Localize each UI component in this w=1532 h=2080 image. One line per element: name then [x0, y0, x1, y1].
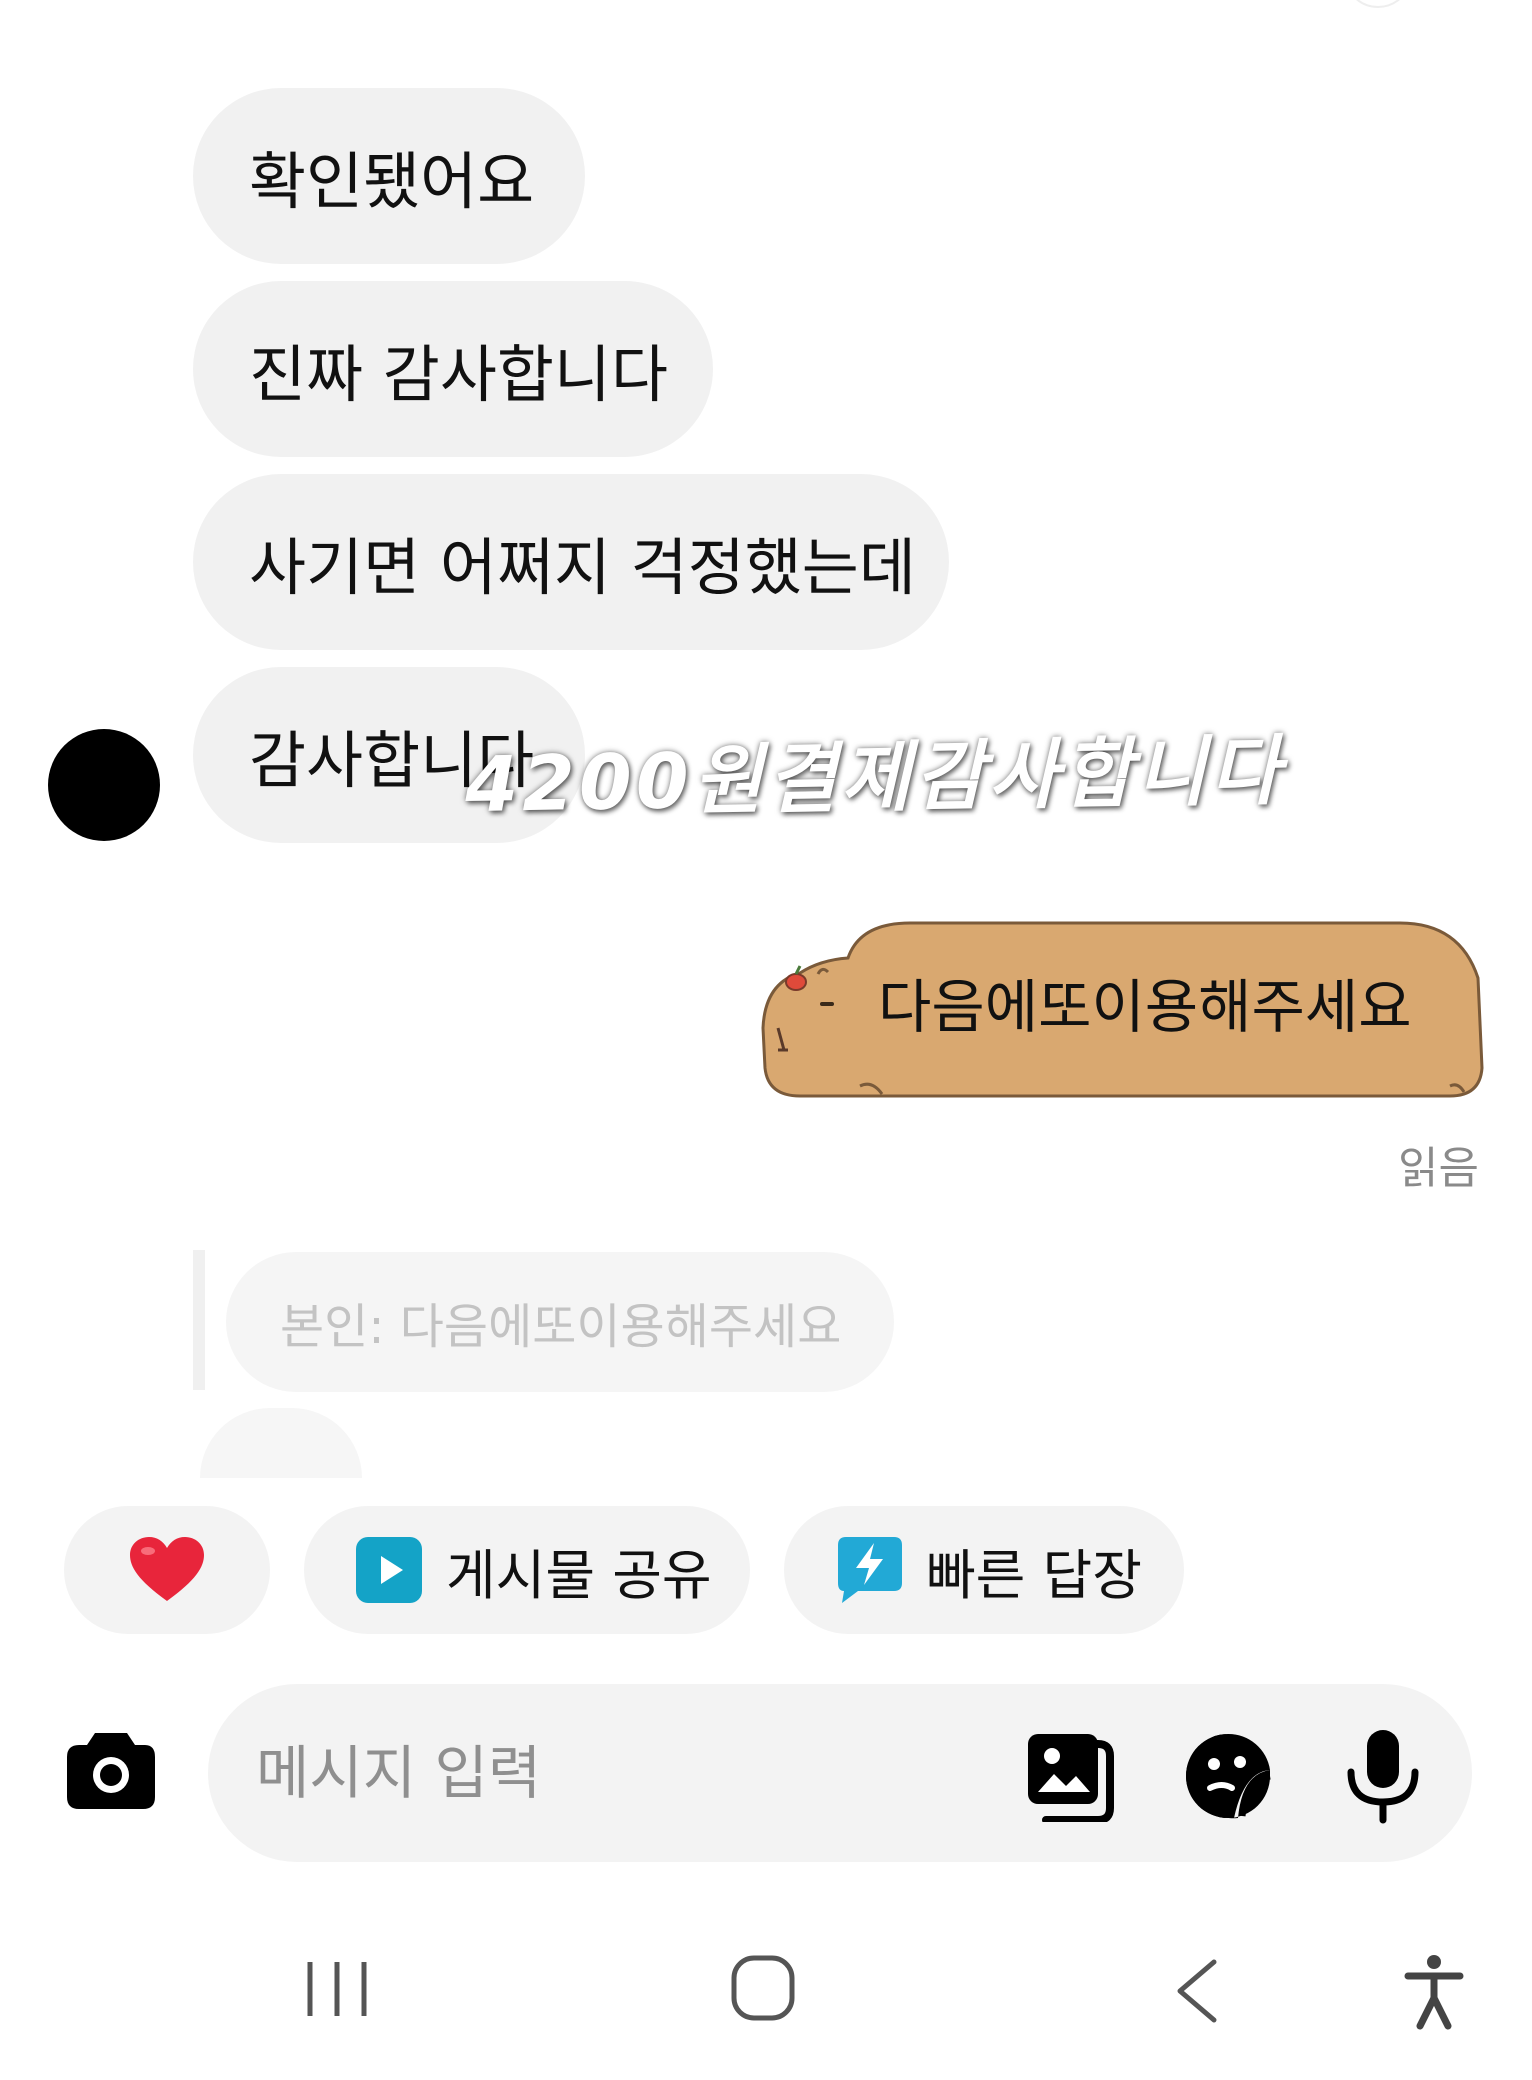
reply-preview[interactable]: 본인: 다음에또이용해주세요 — [226, 1252, 894, 1392]
system-navigation-bar — [0, 1930, 1532, 2080]
play-icon — [356, 1537, 422, 1603]
lightning-icon — [838, 1537, 902, 1603]
quick-reply-button[interactable]: 빠른 답장 — [784, 1506, 1184, 1634]
message-bubble[interactable]: 진짜 감사합니다 — [193, 281, 713, 457]
sent-sticker-message[interactable]: 다음에또이용해주세요 — [760, 918, 1485, 1101]
message-text: 확인됐어요 — [249, 145, 535, 218]
accessibility-icon[interactable] — [1404, 1954, 1464, 2030]
message-text: 진짜 감사합니다 — [249, 338, 668, 411]
avatar[interactable] — [48, 729, 160, 841]
overlay-caption: 4200원결제감사합니다 — [464, 725, 1285, 830]
faded-bubble — [200, 1408, 362, 1478]
heart-icon — [130, 1537, 204, 1601]
recent-apps-icon[interactable] — [304, 1958, 370, 2020]
reply-indicator-bar — [193, 1250, 205, 1390]
top-indicator — [1344, 0, 1412, 8]
share-post-button[interactable]: 게시물 공유 — [304, 1506, 750, 1634]
message-input[interactable] — [256, 1738, 956, 1808]
heart-reaction-button[interactable] — [64, 1506, 270, 1634]
message-bubble[interactable]: 확인됐어요 — [193, 88, 585, 264]
message-bubble[interactable]: 사기면 어쩌지 걱정했는데 — [193, 474, 949, 650]
sticker-text: 다음에또이용해주세요 — [878, 973, 1412, 1041]
quick-reply-label: 빠른 답장 — [926, 1543, 1142, 1607]
chat-screen: 확인됐어요 진짜 감사합니다 사기면 어쩌지 걱정했는데 감사합니다 4200원… — [0, 0, 1532, 2080]
microphone-icon[interactable] — [1345, 1728, 1421, 1824]
gallery-icon[interactable] — [1024, 1732, 1114, 1822]
message-composer — [208, 1684, 1472, 1862]
back-icon[interactable] — [1172, 1958, 1220, 2024]
reply-preview-text: 본인: 다음에또이용해주세요 — [280, 1299, 842, 1355]
home-icon[interactable] — [730, 1954, 796, 2022]
camera-icon[interactable] — [65, 1727, 157, 1811]
message-text: 사기면 어쩌지 걱정했는데 — [249, 531, 916, 604]
share-post-label: 게시물 공유 — [446, 1543, 712, 1607]
sticker-icon[interactable] — [1182, 1730, 1274, 1822]
read-receipt: 읽음 — [1398, 1143, 1479, 1194]
